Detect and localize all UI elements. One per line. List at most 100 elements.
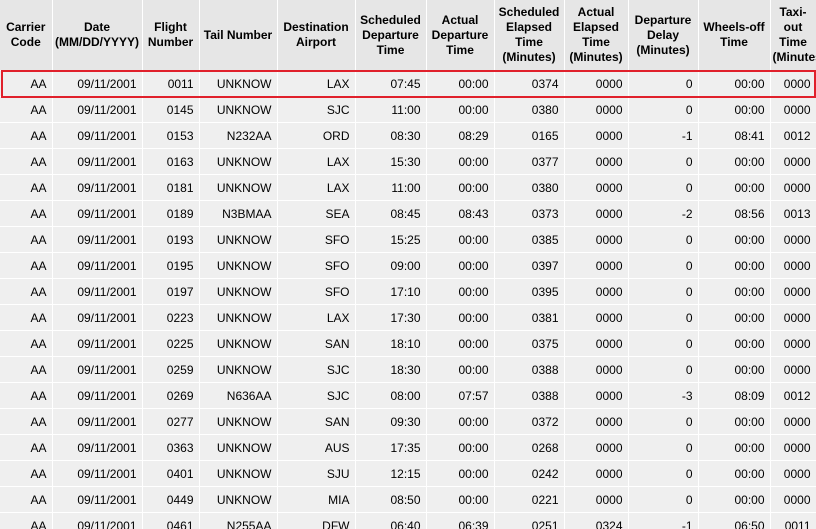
- table-cell: 0012: [770, 122, 816, 149]
- table-cell: 0000: [564, 486, 629, 513]
- column-header[interactable]: Date (MM/DD/YYYY): [52, 0, 143, 71]
- table-cell: 09/11/2001: [52, 174, 143, 201]
- table-cell: 0013: [770, 200, 816, 227]
- table-cell: SJC: [277, 356, 356, 383]
- table-cell: AA: [0, 200, 53, 227]
- table-row[interactable]: AA 09/11/2001 0259 UNKNOW SJC 18:30 00:00 0388 0…: [0, 356, 816, 383]
- column-header[interactable]: Scheduled Elapsed Time (Minutes): [494, 0, 565, 71]
- table-cell: 0000: [770, 278, 816, 305]
- table-cell: 0000: [564, 460, 629, 487]
- column-header[interactable]: Actual Departure Time: [426, 0, 495, 71]
- table-row[interactable]: AA 09/11/2001 0269 N636AA SJC 08:00 07:57 0388 0…: [0, 382, 816, 409]
- table-row[interactable]: AA 09/11/2001 0401 UNKNOW SJU 12:15 00:00 0242 0…: [0, 460, 816, 487]
- table-row[interactable]: AA 09/11/2001 0011 UNKNOW LAX 07:45 00:00 0374 0…: [0, 70, 816, 97]
- table-cell: 09/11/2001: [52, 226, 143, 253]
- table-cell: 0193: [142, 226, 200, 253]
- table-cell: -2: [628, 200, 699, 227]
- table-cell: 0397: [494, 252, 565, 279]
- table-cell: 0380: [494, 96, 565, 123]
- column-header[interactable]: Scheduled Departure Time: [355, 0, 427, 71]
- column-header[interactable]: Taxi-out Time (Minutes): [770, 0, 816, 71]
- table-row[interactable]: AA 09/11/2001 0181 UNKNOW LAX 11:00 00:00 0380 0…: [0, 174, 816, 201]
- table-cell: 0: [628, 226, 699, 253]
- column-header[interactable]: Carrier Code: [0, 0, 53, 71]
- column-header[interactable]: Actual Elapsed Time (Minutes): [564, 0, 629, 71]
- column-header[interactable]: Flight Number: [142, 0, 200, 71]
- table-cell: 0: [628, 356, 699, 383]
- table-cell: 0000: [564, 148, 629, 175]
- table-cell: 0000: [564, 252, 629, 279]
- table-cell: 0000: [564, 122, 629, 149]
- table-row[interactable]: AA 09/11/2001 0461 N255AA DFW 06:40 06:39 0251 0…: [0, 512, 816, 529]
- table-cell: 0195: [142, 252, 200, 279]
- table-cell: 09/11/2001: [52, 434, 143, 461]
- table-row[interactable]: AA 09/11/2001 0195 UNKNOW SFO 09:00 00:00 0397 0…: [0, 252, 816, 279]
- table-cell: 08:09: [698, 382, 771, 409]
- column-header[interactable]: Destination Airport: [277, 0, 356, 71]
- table-cell: LAX: [277, 70, 356, 97]
- table-row[interactable]: AA 09/11/2001 0197 UNKNOW SFO 17:10 00:00 0395 0…: [0, 278, 816, 305]
- table-row[interactable]: AA 09/11/2001 0163 UNKNOW LAX 15:30 00:00 0377 0…: [0, 148, 816, 175]
- table-cell: UNKNOW: [199, 174, 278, 201]
- table-cell: 0: [628, 148, 699, 175]
- table-cell: 00:00: [698, 174, 771, 201]
- table-cell: 08:29: [426, 122, 495, 149]
- table-row[interactable]: AA 09/11/2001 0225 UNKNOW SAN 18:10 00:00 0375 0…: [0, 330, 816, 357]
- table-cell: 00:00: [698, 356, 771, 383]
- column-header[interactable]: Tail Number: [199, 0, 278, 71]
- table-cell: SEA: [277, 200, 356, 227]
- table-cell: 09/11/2001: [52, 96, 143, 123]
- table-cell: 0395: [494, 278, 565, 305]
- table-cell: AUS: [277, 434, 356, 461]
- table-row[interactable]: AA 09/11/2001 0363 UNKNOW AUS 17:35 00:00 0268 0…: [0, 434, 816, 461]
- table-cell: AA: [0, 122, 53, 149]
- table-cell: 00:00: [426, 252, 495, 279]
- table-row[interactable]: AA 09/11/2001 0145 UNKNOW SJC 11:00 00:00 0380 0…: [0, 96, 816, 123]
- table-cell: 09/11/2001: [52, 200, 143, 227]
- table-cell: UNKNOW: [199, 330, 278, 357]
- table-row[interactable]: AA 09/11/2001 0193 UNKNOW SFO 15:25 00:00 0385 0…: [0, 226, 816, 253]
- table-cell: 0000: [770, 174, 816, 201]
- table-cell: 09/11/2001: [52, 252, 143, 279]
- table-cell: 0: [628, 408, 699, 435]
- table-cell: 0000: [564, 434, 629, 461]
- table-cell: 0373: [494, 200, 565, 227]
- table-cell: 06:39: [426, 512, 495, 529]
- table-cell: 0000: [770, 252, 816, 279]
- table-cell: ORD: [277, 122, 356, 149]
- table-header-row: Carrier Code Date (MM/DD/YYYY) Flight Numb…: [0, 0, 816, 71]
- table-cell: 0000: [770, 70, 816, 97]
- table-cell: AA: [0, 226, 53, 253]
- table-cell: UNKNOW: [199, 148, 278, 175]
- table-cell: 08:50: [355, 486, 427, 513]
- table-row[interactable]: AA 09/11/2001 0153 N232AA ORD 08:30 08:29 0165 0…: [0, 122, 816, 149]
- table-cell: 0: [628, 174, 699, 201]
- table-cell: 11:00: [355, 96, 427, 123]
- table-cell: 0189: [142, 200, 200, 227]
- table-cell: 09/11/2001: [52, 512, 143, 529]
- table-cell: 09/11/2001: [52, 486, 143, 513]
- table-cell: 0324: [564, 512, 629, 529]
- table-cell: 0449: [142, 486, 200, 513]
- table-cell: 00:00: [426, 70, 495, 97]
- table-cell: 00:00: [698, 278, 771, 305]
- table-row[interactable]: AA 09/11/2001 0223 UNKNOW LAX 17:30 00:00 0381 0…: [0, 304, 816, 331]
- table-cell: AA: [0, 512, 53, 529]
- table-cell: N232AA: [199, 122, 278, 149]
- table-cell: 0: [628, 304, 699, 331]
- table-row[interactable]: AA 09/11/2001 0449 UNKNOW MIA 08:50 00:00 0221 0…: [0, 486, 816, 513]
- column-header[interactable]: Wheels-off Time: [698, 0, 771, 71]
- table-cell: AA: [0, 148, 53, 175]
- table-cell: 0363: [142, 434, 200, 461]
- table-cell: 00:00: [426, 408, 495, 435]
- table-row[interactable]: AA 09/11/2001 0189 N3BMAA SEA 08:45 08:43 0373 0…: [0, 200, 816, 227]
- table-cell: 0: [628, 252, 699, 279]
- table-cell: MIA: [277, 486, 356, 513]
- table-cell: 0381: [494, 304, 565, 331]
- table-cell: N636AA: [199, 382, 278, 409]
- column-header[interactable]: Departure Delay (Minutes): [628, 0, 699, 71]
- table-cell: -1: [628, 122, 699, 149]
- table-row[interactable]: AA 09/11/2001 0277 UNKNOW SAN 09:30 00:00 0372 0…: [0, 408, 816, 435]
- table-cell: 0000: [564, 200, 629, 227]
- table-cell: AA: [0, 252, 53, 279]
